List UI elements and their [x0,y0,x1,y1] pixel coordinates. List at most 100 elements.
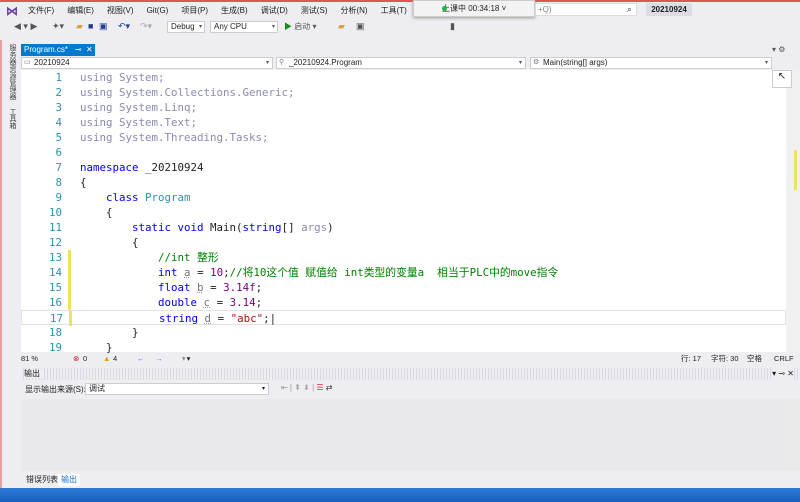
new-project-icon[interactable]: ✦▾ [52,21,64,32]
code-line[interactable]: 17 string d = "abc";| [21,310,786,326]
tab-options-icon[interactable]: ▾ ⚙ [772,45,785,54]
search-icon: ⌕ [626,4,632,14]
code-line[interactable]: 15 float b = 3.14f; [21,280,786,295]
project-dropdown[interactable]: ▭ 20210924 ▾ [21,57,273,69]
search-placeholder: +Q) [538,5,552,14]
side-tab-server-explorer[interactable]: 服务器资源管理器 [7,44,17,100]
code-line[interactable]: 2 using System.Collections.Generic; [21,85,786,100]
line-number: 4 [55,116,62,129]
code-line[interactable]: 14 int a = 10;//将10这个值 赋值给 int类型的变量a 相当于… [21,265,786,280]
save-icon[interactable]: ■ [88,21,93,31]
code-editor[interactable]: 1 using System; 2 using System.Collections.… [21,70,786,354]
change-marker [68,280,71,295]
menu-item[interactable]: 文件(F) [28,3,54,19]
menu-item[interactable]: 视图(V) [107,3,134,19]
class-dropdown[interactable]: ⚲ _20210924.Program ▾ [276,57,526,69]
code-line[interactable]: 7 namespace _20210924 [21,160,786,175]
search-input[interactable]: +Q) ⌕ [535,3,637,16]
back-arrow-icon[interactable]: ← [137,352,145,365]
menu-item[interactable]: 调试(D) [261,3,288,19]
code-line[interactable]: 5 using System.Threading.Tasks; [21,130,786,145]
code-text: using System.Threading.Tasks; [80,131,269,144]
taskbar [0,488,800,502]
code-line[interactable]: 1 using System; [21,70,786,85]
line-number: 16 [48,296,62,309]
output-toolbar-icons[interactable]: ⇤ | ⇞ ⇟ | ☰ ⇄ [281,383,333,392]
line-number: 3 [55,101,62,114]
menu-item[interactable]: 生成(B) [221,3,248,19]
error-count[interactable]: 0 [83,352,87,365]
change-marker [68,265,71,280]
screenshot-icon[interactable]: ▣ [356,21,365,32]
line-number: 6 [55,146,62,159]
platform-dropdown[interactable]: Any CPU ▾ [210,21,278,33]
visual-studio-logo-icon[interactable]: ⋈ [6,5,20,17]
menu-item[interactable]: 编辑(E) [67,3,94,19]
class-value: _20210924.Program [289,58,362,67]
code-line[interactable]: 4 using System.Text; [21,115,786,130]
undo-icon[interactable]: ↶▾ [118,21,130,32]
code-line[interactable]: 9 class Program [21,190,786,205]
redo-icon[interactable]: ↷▾ [140,21,152,32]
code-line[interactable]: 8{ [21,175,786,190]
back-icon[interactable]: ◀ ▾ ▶ [14,21,37,32]
code-line[interactable]: 10 { [21,205,786,220]
code-text: { [80,236,139,249]
menu-item[interactable]: Git(G) [147,3,169,19]
code-text: float b = 3.14f; [158,281,263,294]
line-number: 13 [48,251,62,264]
forward-arrow-icon[interactable]: → [155,352,163,365]
close-icon[interactable]: ✕ [86,44,93,56]
indent-mode[interactable]: 空格 [747,352,762,365]
member-dropdown[interactable]: ⚙ Main(string[] args) ▾ [530,57,772,69]
menu-item[interactable]: 测试(S) [301,3,328,19]
output-text-area[interactable] [21,399,786,471]
panel-controls[interactable]: ▾ ⊸ ✕ [772,368,794,380]
change-marker [68,295,71,310]
open-icon[interactable]: ▰ [76,21,83,32]
project-value: 20210924 [34,58,70,67]
folder-icon[interactable]: ▰ [338,21,345,32]
pointer-tool-icon[interactable]: ↖ [772,70,792,88]
toolbar: ◀ ▾ ▶ ✦▾ ▰ ■ ▣ ↶▾ ↷▾ Debug ▾ Any CPU ▾ ▶ 启… [0,18,800,36]
pin-icon[interactable]: ⊸ [75,44,82,56]
code-line[interactable]: 13 //int 整形 [21,250,786,265]
line-number: 10 [48,206,62,219]
error-icon[interactable]: ⊗ [73,352,79,365]
line-number: 7 [55,161,62,174]
code-line[interactable]: 16 double c = 3.14; [21,295,786,310]
code-line[interactable]: 12 { [21,235,786,250]
output-scrollbar[interactable] [786,399,800,471]
start-button[interactable]: ▶ 启动 ▾ [284,21,316,32]
editor-status-bar: 81 % ⊗ 0 ▲ 4 ← → ♆▾ 行: 17 字符: 30 空格 CRLF [21,352,800,365]
output-title: 输出 [24,369,44,378]
menu-item[interactable]: 分析(N) [340,3,367,19]
config-dropdown[interactable]: Debug ▾ [167,21,205,33]
bookmark-icon[interactable]: ▮ [450,21,455,32]
vertical-scrollbar[interactable] [786,70,800,352]
code-line[interactable]: 6 [21,145,786,160]
code-line[interactable]: 11 static void Main(string[] args) [21,220,786,235]
line-number: 12 [48,236,62,249]
tab-program-cs[interactable]: Program.cs* ⊸ ✕ [21,44,95,56]
output-source-dropdown[interactable]: 调试 ▾ [85,383,269,395]
code-text: using System.Collections.Generic; [80,86,295,99]
code-text: //int 整形 [158,251,219,264]
zoom-level[interactable]: 81 % [21,352,38,365]
session-timer[interactable]: 上课中 00:34:18 ˅ [413,0,535,17]
cleanup-icon[interactable]: ♆▾ [181,352,190,365]
code-line[interactable]: 18 } [21,325,786,340]
warning-count[interactable]: 4 [113,352,117,365]
code-line[interactable]: 3 using System.Linq; [21,100,786,115]
line-ending[interactable]: CRLF [774,352,794,365]
tab-error-list[interactable]: 错误列表 [23,474,61,486]
tab-output[interactable]: 输出 [58,474,80,486]
line-number: 行: 17 [681,354,702,363]
warning-icon[interactable]: ▲ [103,352,110,365]
save-all-icon[interactable]: ▣ [99,21,108,32]
side-tab-toolbox[interactable]: 工具箱 [7,108,17,129]
menu-item[interactable]: 项目(P) [181,3,208,19]
session-label: 上课中 00:34:18 [442,4,500,13]
menu-item[interactable]: 工具(T) [381,3,407,19]
line-number: 2 [55,86,62,99]
